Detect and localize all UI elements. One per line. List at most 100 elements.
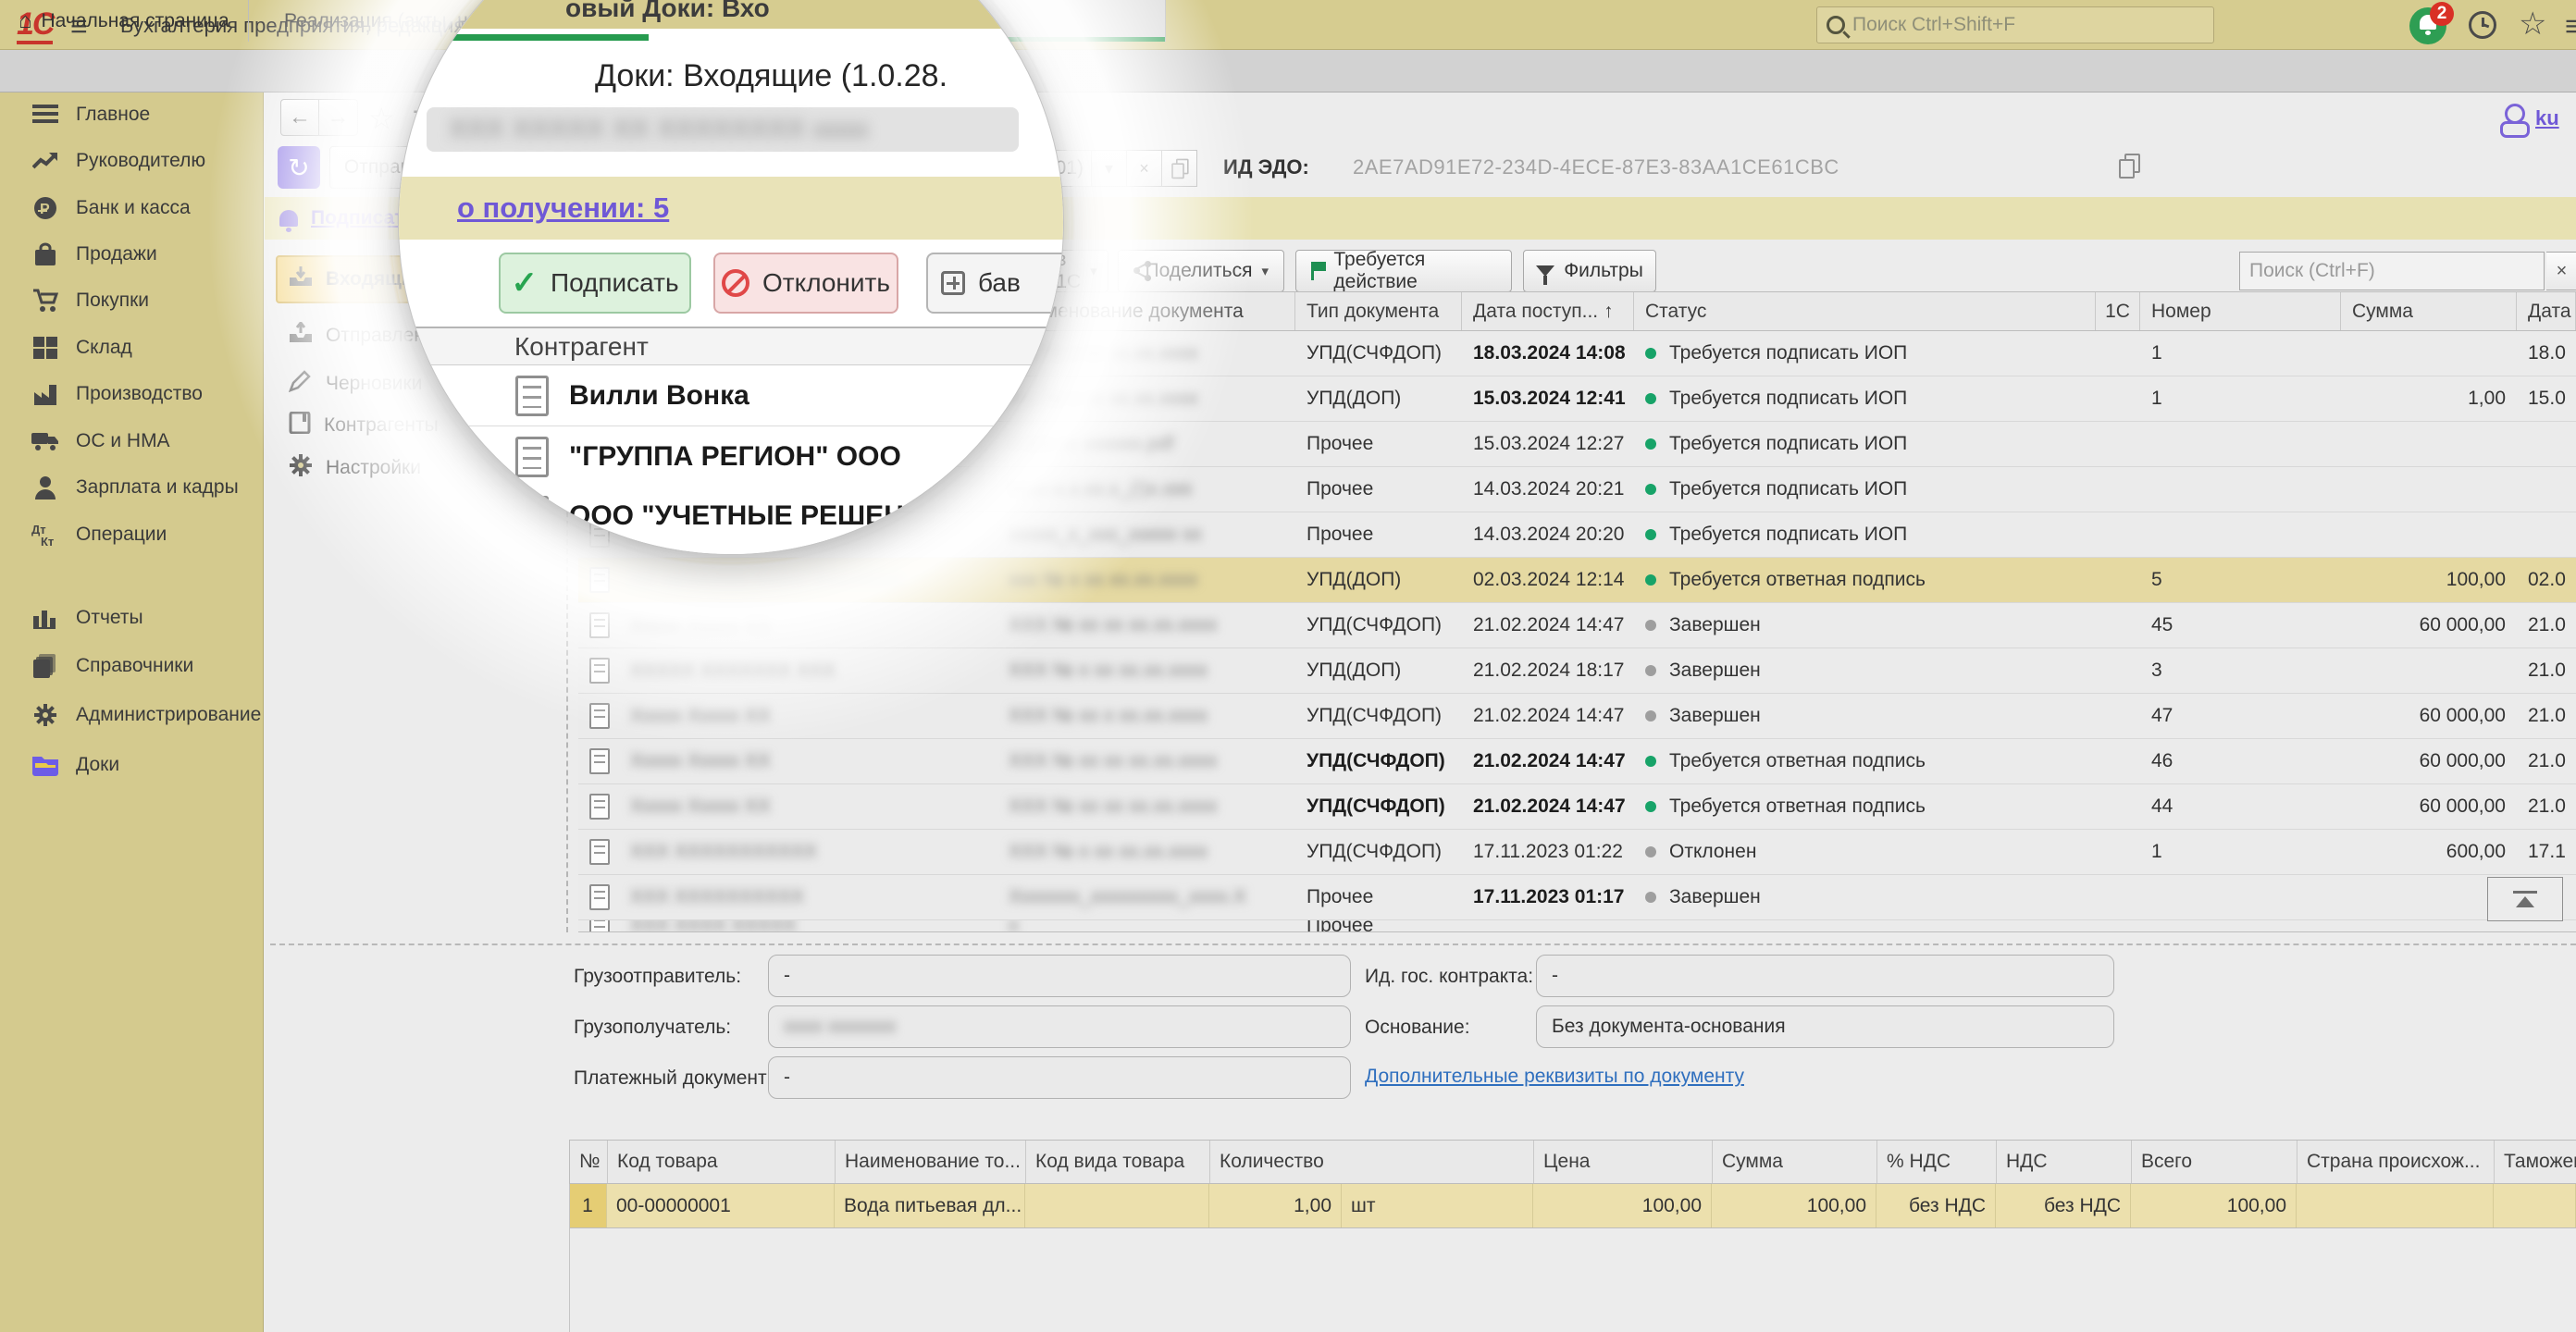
items-column-header[interactable]: НДС [1997,1141,2132,1183]
table-row[interactable]: ХХХ ХХХХХХХХХХХ ХХХ № х хх хх.хх.хххх УП… [578,830,2576,875]
history-icon[interactable] [2469,11,2496,39]
status-dot [1645,620,1656,631]
notifications-button[interactable]: 2 [2409,6,2452,46]
table-row[interactable]: ХХХ ХХХХХХХХХХ Xxxxxxx_xxxxxxxxx_xxxx.X … [578,875,2576,920]
sidebar-item-12[interactable]: Справочники [0,645,264,687]
tab-home[interactable]: ⌂ Начальная страница [0,0,249,42]
lens-sign-button[interactable]: ✓ Подписать [499,253,691,314]
doc-type: Прочее [1295,467,1462,512]
sidebar-item-1[interactable]: Главное [0,93,264,136]
lens-notification-link[interactable]: о получении: 5 [457,191,669,225]
doc-type: Прочее [1295,875,1462,919]
table-row[interactable]: Ххххх Ххххх ХХ ХХХ № хх хх хх.хх.хххх УП… [578,784,2576,830]
items-column-header[interactable]: Наименование то... [836,1141,1026,1183]
additional-requisites-link[interactable]: Дополнительные реквизиты по документу [1365,1066,1744,1088]
lens-table-row[interactable]: "ГРУППА РЕГИОН" ООО [399,426,1064,487]
table-search-input[interactable]: Поиск (Ctrl+F) [2239,252,2545,290]
field-input[interactable]: Без документа-основания [1536,1005,2114,1048]
lens-table-row[interactable]: Вилли Вонка [399,365,1064,426]
sidebar-item-3[interactable]: Р Банк и касса [0,187,264,229]
doc-date2: 02.0 [2517,558,2576,602]
refresh-button[interactable]: ↻ [278,146,320,189]
column-header[interactable]: Номер [2140,292,2341,330]
scroll-to-end-button[interactable] [2487,877,2563,921]
doc-status: Требуется подписать ИОП [1634,331,2096,376]
items-column-header[interactable]: Всего [2132,1141,2297,1183]
items-column-header[interactable]: Сумма [1713,1141,1877,1183]
column-header[interactable]: Статус [1634,292,2096,330]
table-row[interactable]: Ххххх Ххххх ХХ ХХХ № хх хх хх.хх.хххх УП… [578,739,2576,784]
field-input[interactable]: хххх ххххххх [768,1005,1351,1048]
pencil-icon [289,370,313,398]
column-header[interactable]: Тип документа [1295,292,1462,330]
doc-sum: 1,00 [2341,376,2517,421]
favorites-icon[interactable]: ☆ [2519,6,2546,43]
items-column-header[interactable]: Код товара [608,1141,836,1183]
field-label: Грузоотправитель: [574,966,741,988]
items-column-header[interactable]: Код вида товара [1026,1141,1210,1183]
redacted-doc-name: ХХХ № хх хх хх.хх.хххх [1009,614,1218,636]
sidebar-item-7[interactable]: Производство [0,373,264,415]
notification-badge: 2 [2430,2,2454,26]
doc-date: 17.11.2023 01:22 [1462,830,1634,874]
search-icon [1827,16,1845,34]
action-required-button[interactable]: Требуется действие [1295,250,1512,292]
items-column-header[interactable]: Страна происхож... [2297,1141,2495,1183]
search-clear-icon[interactable]: × [2546,252,2576,290]
sidebar-item-9[interactable]: Зарплата и кадры [0,466,264,509]
table-row[interactable]: Ххххх Ххххх ХХ ХХХ № хх хх хх.хх.хххх УП… [578,603,2576,648]
grid-icon [31,337,59,359]
items-column-header[interactable]: Цена [1534,1141,1713,1183]
table-row[interactable]: ХХ ххххххххх Ххххх Ххххххххх ххх № х хх … [578,558,2576,603]
copy-icon[interactable] [2119,154,2139,178]
items-column-header[interactable]: % НДС [1877,1141,1997,1183]
items-column-header[interactable]: Таможен [2495,1141,2576,1183]
items-column-header[interactable]: № [570,1141,608,1183]
items-table-row[interactable]: 100-00000001Вода питьевая дл...1,00шт100… [569,1184,2576,1228]
svg-text:Р: Р [40,202,50,217]
combo-open-icon[interactable] [1162,150,1197,187]
lens-window-title-fragment: овый Доки: Вхо [565,0,770,23]
sidebar-item-10[interactable]: ДтКт Операции [0,513,264,556]
lens-reject-button[interactable]: Отклонить [713,253,898,314]
table-row[interactable]: Ххххх Ххххх ХХ ХХХ № хх х хх.хх.хххх УПД… [578,694,2576,739]
field-input[interactable]: - [768,1056,1351,1099]
sidebar-item-11[interactable]: Отчеты [0,597,264,639]
combo-clear-icon[interactable]: × [1127,150,1162,187]
doc-type: УПД(СЧФДОП) [1295,603,1462,648]
sidebar-item-14[interactable]: Доки [0,744,264,786]
table-row[interactable]: ХХХХХ ХХХХХХХ ХХХ ХХХ № х хх хх.хх.хххх … [578,648,2576,694]
favorite-star-icon[interactable]: ☆ [368,101,395,136]
column-header[interactable]: 1С [2096,292,2140,330]
doc-sum: 600,00 [2341,830,2517,874]
items-column-header[interactable]: Количество [1210,1141,1534,1183]
column-header[interactable]: Сумма [2341,292,2517,330]
sidebar-item-8[interactable]: ОС и НМА [0,420,264,462]
doc-number: 1 [2140,830,2341,874]
column-header[interactable]: Дата поступ... ↑ [1462,292,1634,330]
sidebar-item-4[interactable]: Продажи [0,233,264,276]
column-header[interactable]: Дата [2517,292,2576,330]
person-icon [31,475,59,500]
sidebar-item-5[interactable]: Покупки [0,279,264,322]
doc-date2 [2517,920,2576,931]
user-link[interactable]: ku [2498,104,2559,133]
share-button[interactable]: Поделиться▾ [1118,250,1284,292]
combo-dropdown-icon[interactable]: ▾ [1092,150,1127,187]
filters-button[interactable]: Фильтры [1523,250,1656,292]
back-button[interactable]: ← [280,99,319,136]
lens-add-button[interactable]: бав [926,253,1064,314]
field-input[interactable]: - [1536,955,2114,997]
redacted-doc-name: ХХХ № хх хх хх.хх.хххх [1009,796,1218,818]
doc-sum: 60 000,00 [2341,603,2517,648]
item-vat: без НДС [1996,1184,2131,1227]
sidebar-item-13[interactable]: Администрирование [0,694,264,736]
field-input[interactable]: - [768,955,1351,997]
sidebar-item-2[interactable]: Руководителю [0,140,264,182]
service-menu-icon[interactable]: ≡ [2565,9,2576,43]
forward-button[interactable]: → [319,99,358,136]
lens-table-row[interactable]: "ВИНТИК" [399,537,1064,555]
global-search-input[interactable]: Поиск Ctrl+Shift+F [1816,6,2214,43]
sidebar-item-6[interactable]: Склад [0,327,264,369]
status-dot [1645,529,1656,540]
